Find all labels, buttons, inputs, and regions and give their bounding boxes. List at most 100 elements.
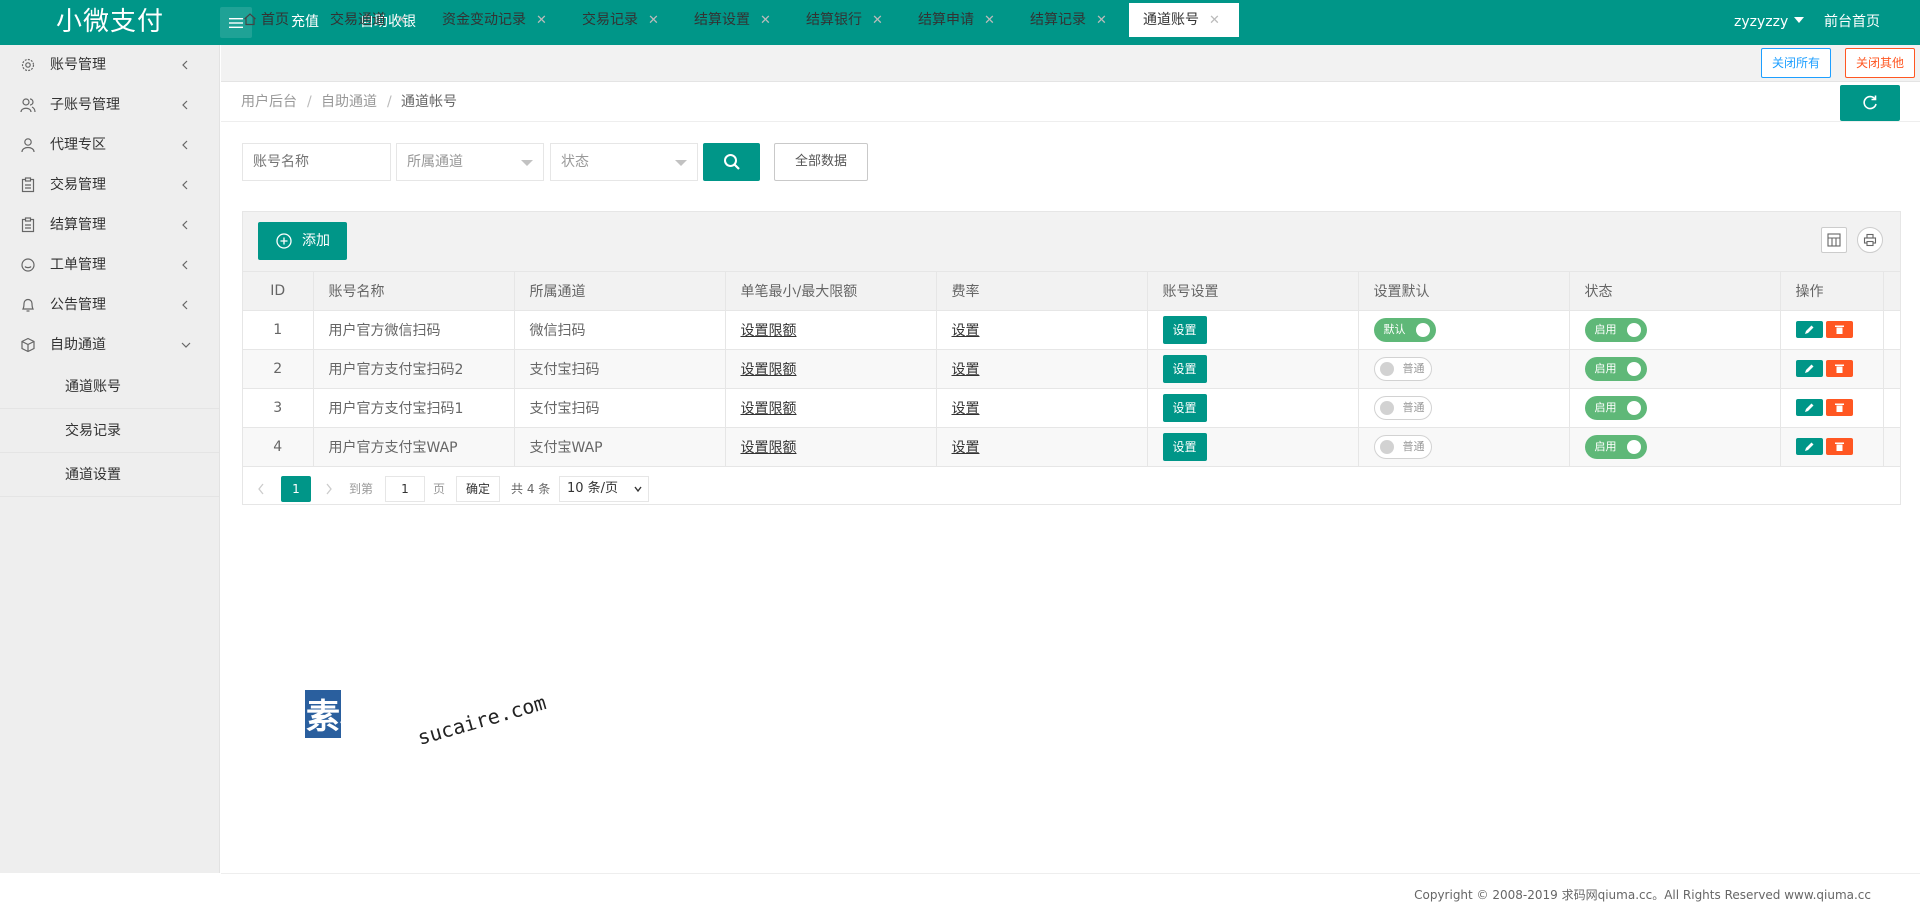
chevron-right-icon[interactable] — [325, 483, 333, 495]
tab-home[interactable]: 首页 — [243, 3, 289, 37]
account-setting-button[interactable]: 设置 — [1162, 393, 1207, 422]
sidebar-item-agent[interactable]: 代理专区 — [0, 125, 219, 165]
delete-button[interactable] — [1825, 321, 1853, 338]
account-name-input[interactable] — [242, 143, 391, 181]
edit-button[interactable] — [1795, 321, 1823, 338]
delete-button[interactable] — [1825, 360, 1853, 377]
close-icon[interactable]: ✕ — [1209, 13, 1220, 28]
edit-button[interactable] — [1795, 360, 1823, 377]
nav-recharge[interactable]: 充值 — [291, 0, 319, 45]
search-button[interactable] — [703, 143, 760, 181]
set-rate-link[interactable]: 设置 — [952, 401, 980, 417]
status-select[interactable]: 状态 — [550, 143, 698, 181]
tab-settlement-bank[interactable]: 结算银行 ✕ — [806, 3, 883, 37]
set-limit-link[interactable]: 设置限额 — [741, 401, 797, 417]
sidebar-item-notice[interactable]: 公告管理 — [0, 285, 219, 325]
edit-button[interactable] — [1795, 438, 1823, 455]
set-limit-link[interactable]: 设置限额 — [741, 440, 797, 456]
column-header-channel[interactable]: 所属通道 — [514, 272, 726, 311]
column-header-rate[interactable]: 费率 — [936, 272, 1148, 311]
tab-fund-changes[interactable]: 资金变动记录 ✕ — [442, 3, 547, 37]
print-button[interactable] — [1857, 227, 1883, 253]
sidebar-item-settlement[interactable]: 结算管理 — [0, 205, 219, 245]
account-setting-button[interactable]: 设置 — [1162, 354, 1207, 383]
set-rate-link[interactable]: 设置 — [952, 440, 980, 456]
column-header-limit[interactable]: 单笔最小/最大限额 — [725, 272, 937, 311]
column-header-settings[interactable]: 账号设置 — [1147, 272, 1359, 311]
sidebar-item-ticket[interactable]: 工单管理 — [0, 245, 219, 285]
default-switch[interactable]: 普通 — [1373, 395, 1432, 420]
status-switch[interactable]: 启用 — [1584, 317, 1647, 342]
column-header-actions[interactable]: 操作 — [1780, 272, 1884, 311]
close-other-tabs-button[interactable]: 关闭其他 — [1845, 48, 1915, 78]
tab-settlement-apply[interactable]: 结算申请 ✕ — [918, 3, 995, 37]
page-current[interactable]: 1 — [281, 476, 311, 502]
tab-label: 交易记录 — [582, 12, 638, 28]
breadcrumb-user-backend[interactable]: 用户后台 — [241, 82, 297, 122]
cell-channel: 支付宝WAP — [514, 427, 726, 467]
channel-select[interactable]: 所属通道 — [396, 143, 544, 181]
caret-down-icon — [1794, 17, 1805, 23]
chevron-down-icon — [181, 342, 191, 348]
status-switch[interactable]: 启用 — [1584, 395, 1647, 420]
default-switch[interactable]: 普通 — [1373, 356, 1432, 381]
gear-icon — [21, 58, 35, 72]
set-limit-link[interactable]: 设置限额 — [741, 362, 797, 378]
chevron-left-icon[interactable] — [257, 483, 265, 495]
cell-id: 4 — [243, 427, 314, 467]
close-icon[interactable]: ✕ — [536, 13, 547, 28]
close-icon[interactable]: ✕ — [984, 13, 995, 28]
tab-settlement-settings[interactable]: 结算设置 ✕ — [694, 3, 771, 37]
default-switch[interactable]: 普通 — [1373, 434, 1432, 459]
close-icon[interactable]: ✕ — [396, 13, 407, 28]
channel-select-placeholder: 所属通道 — [407, 154, 463, 170]
tab-trade-channel[interactable]: 交易通道 ✕ — [330, 3, 407, 37]
set-rate-link[interactable]: 设置 — [952, 323, 980, 339]
tab-trade-records[interactable]: 交易记录 ✕ — [582, 3, 659, 37]
cell-scroll — [1883, 388, 1901, 428]
breadcrumb-self-channel[interactable]: 自助通道 — [321, 82, 377, 122]
tab-channel-account[interactable]: 通道账号 ✕ — [1129, 3, 1239, 37]
close-icon[interactable]: ✕ — [760, 13, 771, 28]
account-setting-button[interactable]: 设置 — [1162, 315, 1207, 344]
page-size-select[interactable]: 10 条/页 — [559, 476, 649, 502]
app-logo[interactable]: 小微支付 — [0, 0, 220, 45]
frontend-home-link[interactable]: 前台首页 — [1824, 0, 1880, 45]
user-menu[interactable]: zyzyzzy — [1734, 0, 1805, 45]
add-button[interactable]: 添加 — [258, 222, 347, 260]
tab-label: 结算申请 — [918, 12, 974, 28]
tab-settlement-records[interactable]: 结算记录 ✕ — [1030, 3, 1107, 37]
sidebar-sub-channel-account[interactable]: 通道账号 — [0, 365, 219, 409]
cell-scroll — [1883, 427, 1901, 467]
sidebar-sub-channel-settings[interactable]: 通道设置 — [0, 453, 219, 497]
cube-icon — [21, 337, 35, 353]
set-limit-link[interactable]: 设置限额 — [741, 323, 797, 339]
delete-button[interactable] — [1825, 399, 1853, 416]
columns-filter-button[interactable] — [1821, 227, 1847, 253]
status-switch[interactable]: 启用 — [1584, 434, 1647, 459]
refresh-button[interactable] — [1840, 85, 1900, 121]
sidebar-item-subaccount[interactable]: 子账号管理 — [0, 85, 219, 125]
search-icon — [723, 154, 740, 170]
sidebar-item-trade[interactable]: 交易管理 — [0, 165, 219, 205]
account-setting-button[interactable]: 设置 — [1162, 432, 1207, 461]
close-icon[interactable]: ✕ — [648, 13, 659, 28]
all-data-button[interactable]: 全部数据 — [774, 143, 868, 181]
close-all-tabs-button[interactable]: 关闭所有 — [1761, 48, 1831, 78]
default-switch[interactable]: 默认 — [1373, 317, 1436, 342]
close-icon[interactable]: ✕ — [872, 13, 883, 28]
set-rate-link[interactable]: 设置 — [952, 362, 980, 378]
sidebar-item-self-channel[interactable]: 自助通道 — [0, 325, 219, 365]
column-header-name[interactable]: 账号名称 — [313, 272, 515, 311]
edit-button[interactable] — [1795, 399, 1823, 416]
status-switch[interactable]: 启用 — [1584, 356, 1647, 381]
column-header-default[interactable]: 设置默认 — [1358, 272, 1570, 311]
page-number-input[interactable]: 1 — [385, 476, 425, 502]
close-icon[interactable]: ✕ — [1096, 13, 1107, 28]
sidebar-sub-trade-records[interactable]: 交易记录 — [0, 409, 219, 453]
delete-button[interactable] — [1825, 438, 1853, 455]
column-header-status[interactable]: 状态 — [1569, 272, 1781, 311]
column-header-id[interactable]: ID — [243, 272, 314, 311]
sidebar-item-account[interactable]: 账号管理 — [0, 45, 219, 85]
page-confirm-button[interactable]: 确定 — [456, 476, 500, 502]
